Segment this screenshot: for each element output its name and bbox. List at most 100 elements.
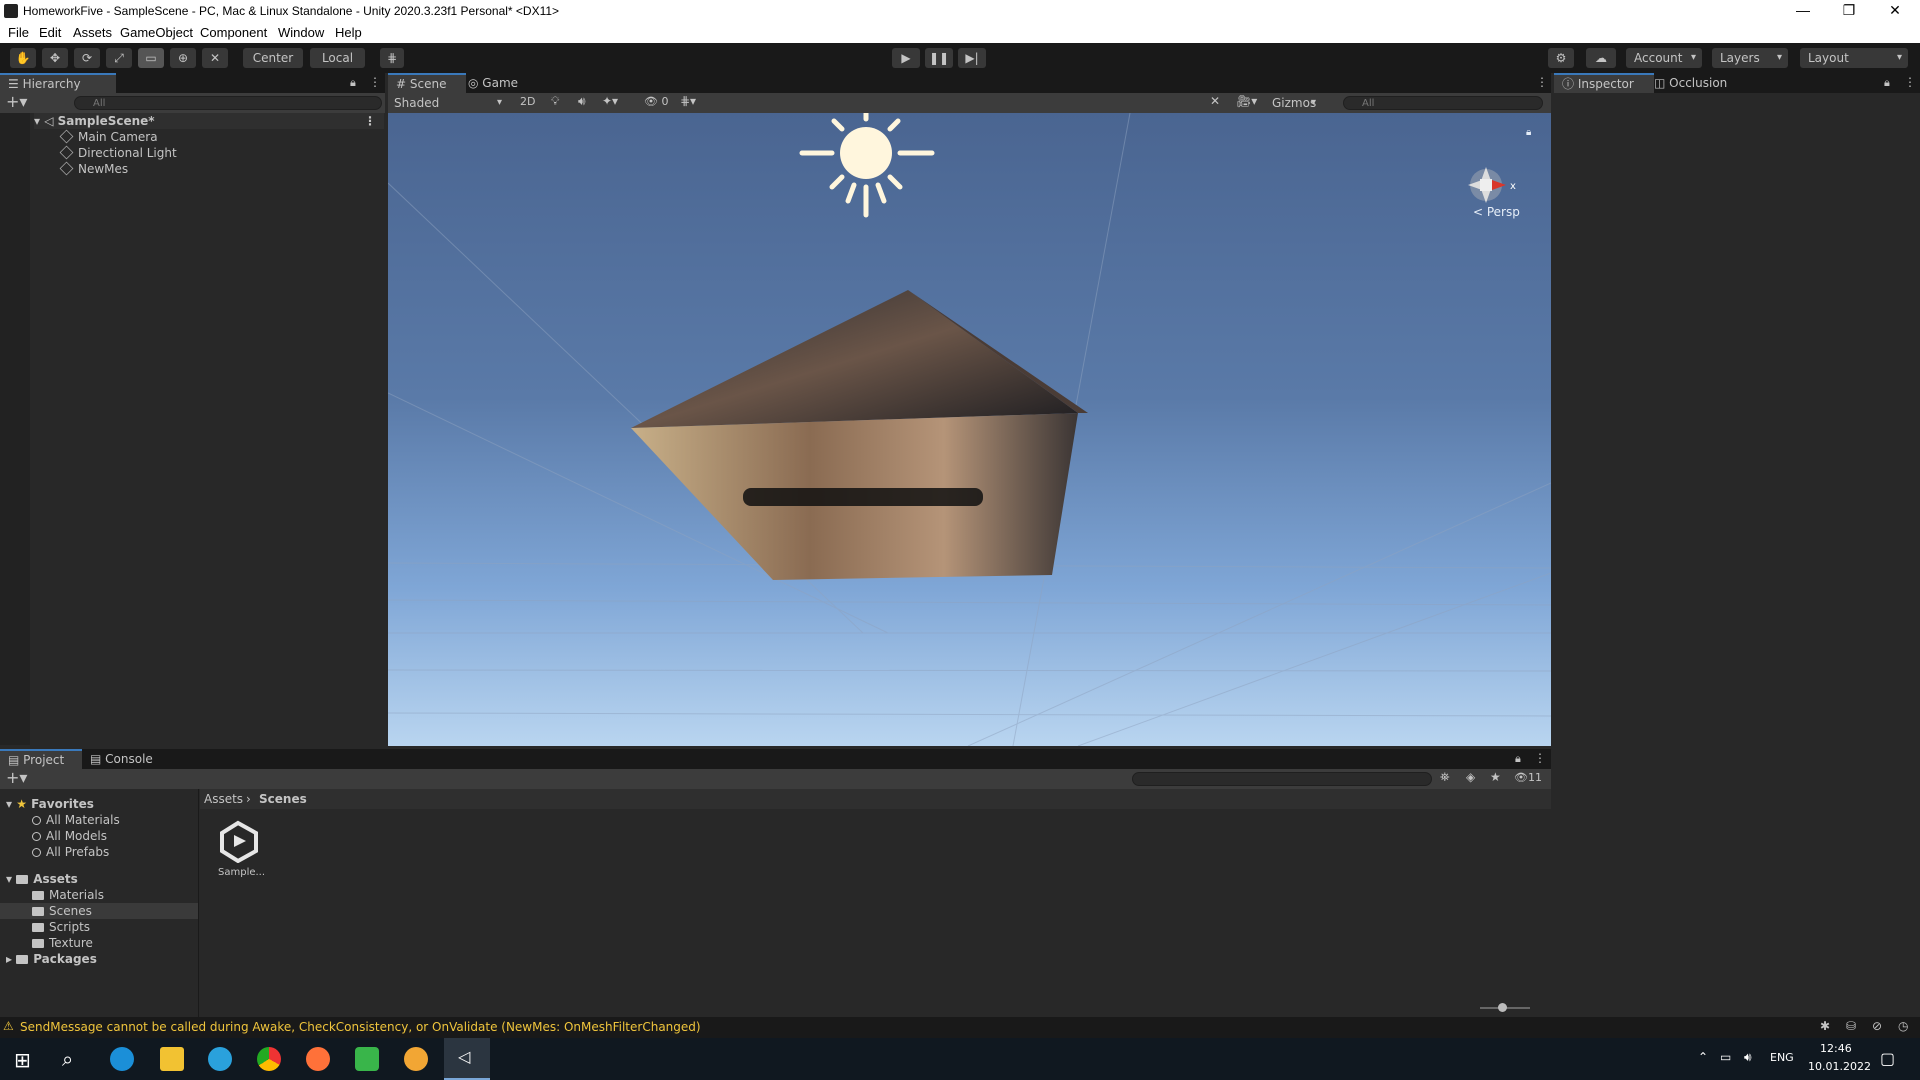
file-explorer-icon[interactable] — [160, 1047, 184, 1071]
cloud-icon[interactable]: ☁ — [1586, 48, 1616, 68]
clock-time[interactable]: 12:46 — [1820, 1042, 1852, 1055]
scene-menu-icon[interactable]: ⋮ — [1536, 75, 1548, 89]
effects-toggle-icon[interactable]: ✦▾ — [602, 94, 618, 108]
move-tool-icon[interactable]: ✥ — [42, 48, 68, 68]
gizmos-dropdown[interactable]: Gizmos — [1268, 94, 1322, 112]
panel-menu-icon[interactable]: ⋮ — [1904, 75, 1916, 89]
lighting-toggle-icon[interactable]: 💡︎ — [551, 94, 559, 109]
bug-icon[interactable]: ✱ — [1820, 1019, 1830, 1033]
clock-date[interactable]: 10.01.2022 — [1808, 1060, 1871, 1073]
menu-assets[interactable]: Assets — [73, 25, 112, 40]
collab-icon[interactable]: ⚙ — [1548, 48, 1574, 68]
play-button-icon[interactable]: ▶ — [892, 48, 920, 68]
lock-icon[interactable]: 🔒︎ — [350, 76, 356, 90]
pivot-local-button[interactable]: Local — [310, 48, 365, 68]
favorite-star-icon[interactable]: ★ — [1490, 770, 1501, 784]
network-icon[interactable]: ▭ — [1720, 1050, 1731, 1064]
filter-label-icon[interactable]: ◈ — [1466, 770, 1475, 784]
pause-button-icon[interactable]: ❚❚ — [925, 48, 953, 68]
progress-icon[interactable]: ◷ — [1898, 1019, 1908, 1033]
panel-menu-icon[interactable]: ⋮ — [1534, 751, 1546, 765]
panel-menu-icon[interactable]: ⋮ — [369, 75, 381, 89]
grid-snap-icon[interactable]: ⋕ — [380, 48, 404, 68]
tab-console[interactable]: ▤ Console — [82, 749, 178, 769]
pivot-center-button[interactable]: Center — [243, 48, 303, 68]
asset-folder-item[interactable]: Scripts — [32, 919, 90, 935]
hierarchy-item[interactable]: Directional Light — [59, 145, 177, 161]
favorites-item[interactable]: All Materials — [32, 812, 120, 828]
asset-folder-item[interactable]: Materials — [32, 887, 104, 903]
persp-label[interactable]: < Persp — [1473, 205, 1520, 219]
scene-search-input[interactable]: All — [1343, 96, 1543, 110]
telegram-icon[interactable] — [208, 1047, 232, 1071]
breadcrumb-scenes[interactable]: Scenes — [259, 792, 307, 806]
hidden-packages-toggle[interactable]: 👁︎11 — [1514, 771, 1542, 784]
packages-node[interactable]: ▸ Packages — [6, 951, 97, 967]
menu-window[interactable]: Window — [278, 25, 324, 40]
cache-icon[interactable]: ⛁ — [1846, 1019, 1856, 1033]
menu-help[interactable]: Help — [335, 25, 362, 40]
project-search-input[interactable] — [1132, 772, 1432, 786]
tab-scene[interactable]: # Scene — [388, 73, 466, 93]
lock-icon[interactable]: 🔒︎ — [1515, 752, 1521, 766]
camera-icon[interactable]: 🎥︎▾ — [1236, 94, 1257, 108]
hidden-objects-toggle[interactable]: 👁︎ 0 — [644, 95, 668, 108]
tab-game[interactable]: ◎ Game — [460, 73, 536, 93]
hierarchy-item[interactable]: NewMes — [59, 161, 128, 177]
maximize-button[interactable]: ❐ — [1826, 0, 1872, 22]
favorites-item[interactable]: All Prefabs — [32, 844, 109, 860]
tab-inspector[interactable]: ⓘ Inspector — [1554, 73, 1654, 93]
scene-menu-icon[interactable]: ⋮ — [364, 113, 376, 129]
status-message[interactable]: SendMessage cannot be called during Awak… — [20, 1020, 701, 1034]
rotate-tool-icon[interactable]: ⟳ — [74, 48, 100, 68]
asset-file[interactable]: Sample... — [212, 819, 268, 883]
account-dropdown[interactable]: Account — [1626, 48, 1702, 68]
layout-dropdown[interactable]: Layout — [1800, 48, 1908, 68]
filter-type-icon[interactable]: ⛯ — [1440, 770, 1450, 785]
custom-tool-icon[interactable]: ✕ — [202, 48, 228, 68]
scale-tool-icon[interactable]: ⤢ — [106, 48, 132, 68]
language-indicator[interactable]: ENG — [1770, 1051, 1794, 1064]
assets-node[interactable]: ▾ Assets — [6, 871, 78, 887]
tab-project[interactable]: ▤ Project — [0, 749, 82, 769]
hierarchy-scene-row[interactable]: ▾ ◁ SampleScene* ⋮ — [34, 113, 384, 129]
layers-dropdown[interactable]: Layers — [1712, 48, 1788, 68]
toggle-2d-button[interactable]: 2D — [520, 95, 535, 108]
zoom-slider-handle[interactable] — [1498, 1003, 1507, 1012]
close-button[interactable]: ✕ — [1872, 0, 1918, 22]
tab-occlusion[interactable]: ◫ Occlusion — [1646, 73, 1752, 93]
breadcrumb-assets[interactable]: Assets — [204, 792, 243, 806]
edge-icon[interactable] — [110, 1047, 134, 1071]
step-button-icon[interactable]: ▶| — [958, 48, 986, 68]
favorites-item[interactable]: All Models — [32, 828, 107, 844]
hand-tool-icon[interactable]: ✋ — [10, 48, 36, 68]
chrome-icon[interactable] — [257, 1047, 281, 1071]
menu-file[interactable]: File — [8, 25, 29, 40]
asset-folder-item-selected[interactable]: Scenes — [0, 903, 198, 919]
app-green-icon[interactable] — [355, 1047, 379, 1071]
grid-toggle-icon[interactable]: ⋕▾ — [680, 94, 696, 108]
auto-generate-icon[interactable]: ⊘ — [1872, 1019, 1882, 1033]
asset-folder-item[interactable]: Texture — [32, 935, 93, 951]
unity-taskbar-button[interactable]: ◁ — [444, 1038, 490, 1080]
scene-viewport[interactable]: x < Persp 🔒︎ — [388, 113, 1551, 746]
menu-component[interactable]: Component — [200, 25, 267, 40]
audio-toggle-icon[interactable]: 🔊︎ — [578, 94, 586, 109]
hierarchy-search-input[interactable]: All — [74, 96, 382, 110]
favorites-node[interactable]: ▾ ★ Favorites — [6, 796, 94, 812]
transform-tool-icon[interactable]: ⊕ — [170, 48, 196, 68]
lock-icon[interactable]: 🔒︎ — [1884, 76, 1890, 90]
menu-gameobject[interactable]: GameObject — [120, 25, 193, 40]
tools-icon[interactable]: ✕ — [1210, 94, 1220, 108]
windows-start-icon[interactable]: ⊞ — [14, 1048, 31, 1072]
tray-chevron-icon[interactable]: ⌃ — [1698, 1050, 1708, 1064]
rect-tool-icon[interactable]: ▭ — [138, 48, 164, 68]
hierarchy-item[interactable]: Main Camera — [59, 129, 158, 145]
gizmo-lock-icon[interactable]: 🔒︎ — [1526, 127, 1531, 138]
tab-hierarchy[interactable]: ☰ Hierarchy — [0, 73, 116, 93]
app-orange-icon[interactable] — [404, 1047, 428, 1071]
shading-mode-dropdown[interactable]: Shaded — [390, 94, 508, 112]
search-icon[interactable]: ⌕ — [62, 1047, 73, 1071]
create-add-icon[interactable]: +▾ — [6, 93, 27, 111]
volume-icon[interactable]: 🔊︎ — [1744, 1050, 1752, 1065]
